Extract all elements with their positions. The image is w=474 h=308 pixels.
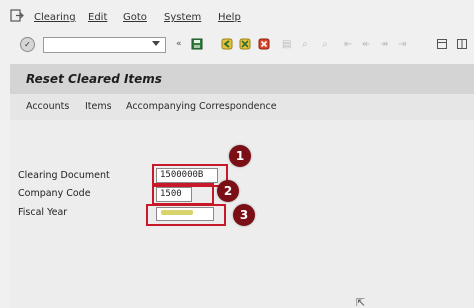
step-badge-1: 1 — [229, 145, 251, 167]
save-icon[interactable] — [191, 38, 203, 50]
collapse-icon[interactable]: « — [176, 39, 182, 49]
accounts-button[interactable]: Accounts — [26, 101, 69, 113]
highlight-box-3 — [146, 204, 226, 226]
exit-icon[interactable] — [10, 9, 24, 22]
last-page-icon[interactable]: ⇥ — [398, 39, 407, 50]
step-badge-3: 3 — [233, 204, 255, 226]
menu-bar: Clearing Edit Goto System Help — [0, 0, 474, 32]
find-next-icon[interactable]: ⌕ — [322, 39, 329, 50]
title-bar: Reset Cleared Items — [10, 64, 474, 94]
next-page-icon[interactable]: ↠ — [380, 39, 389, 50]
step-badge-2: 2 — [217, 180, 239, 202]
highlight-box-2 — [152, 183, 214, 205]
fiscal-year-label: Fiscal Year — [18, 207, 68, 218]
standard-toolbar: ✓ « ▤ ⌕ ⌕ ⇤ ↞ ↠ ⇥ — [0, 32, 474, 59]
menu-item-help[interactable]: Help — [218, 12, 241, 24]
exit-icon[interactable] — [239, 38, 251, 50]
command-field[interactable] — [43, 37, 166, 53]
mouse-cursor-icon: ⇱ — [356, 296, 366, 308]
accompanying-correspondence-button[interactable]: Accompanying Correspondence — [126, 101, 277, 113]
first-page-icon[interactable]: ⇤ — [344, 39, 353, 50]
application-toolbar: Accounts Items Accompanying Corresponden… — [10, 94, 474, 120]
menu-item-edit[interactable]: Edit — [88, 12, 107, 24]
menu-item-goto[interactable]: Goto — [123, 12, 147, 24]
print-icon[interactable]: ▤ — [282, 39, 292, 50]
find-icon[interactable]: ⌕ — [302, 39, 309, 50]
clearing-document-label: Clearing Document — [18, 170, 110, 181]
company-code-label: Company Code — [18, 188, 91, 199]
chevron-down-icon[interactable] — [152, 41, 160, 46]
enter-icon[interactable]: ✓ — [20, 37, 35, 52]
menu-item-clearing[interactable]: Clearing — [34, 12, 76, 24]
new-session-icon[interactable] — [436, 38, 448, 50]
back-icon[interactable] — [221, 38, 233, 50]
items-button[interactable]: Items — [85, 101, 112, 113]
menu-item-system[interactable]: System — [164, 12, 201, 24]
previous-page-icon[interactable]: ↞ — [362, 39, 371, 50]
page-title: Reset Cleared Items — [26, 72, 162, 86]
layout-icon[interactable] — [456, 38, 468, 50]
main-content: Clearing Document 1500000B 1 Company Cod… — [10, 120, 474, 308]
cancel-icon[interactable] — [258, 38, 270, 50]
